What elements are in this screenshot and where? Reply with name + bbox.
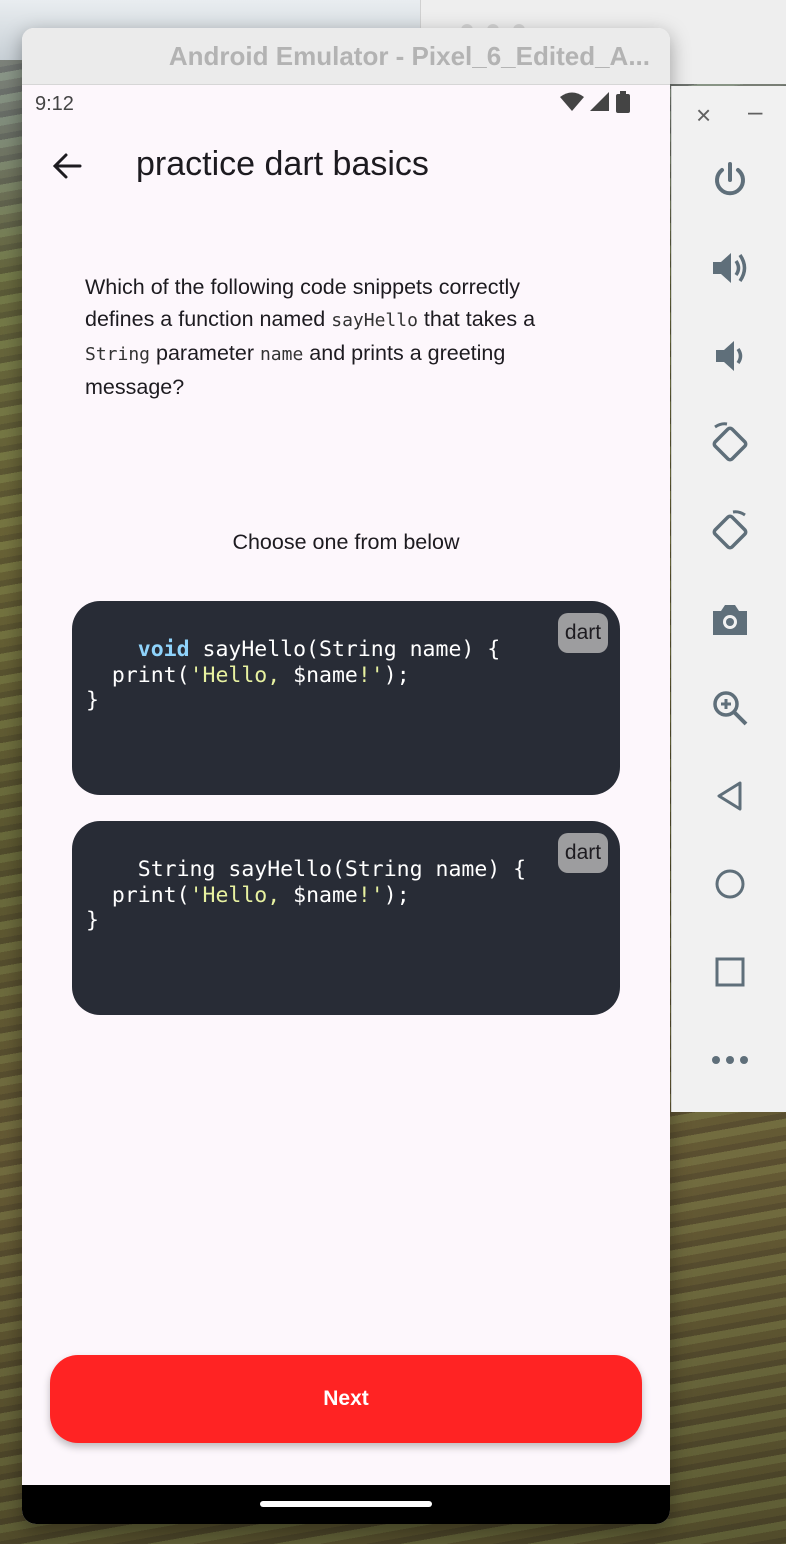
device-screen: 9:12 practice dart basics Which of the f…	[22, 85, 670, 1485]
toolbar-header: × –	[672, 86, 786, 142]
answer-option-2[interactable]: String sayHello(String name) { print('He…	[72, 821, 620, 1015]
code-text: String sayHello(String name) {	[137, 857, 527, 882]
nav-overview-button[interactable]	[706, 948, 754, 996]
home-icon	[715, 869, 745, 899]
signal-icon	[590, 92, 609, 111]
code-text: print(	[86, 662, 190, 688]
language-badge: dart	[558, 833, 608, 873]
question-part: that takes a	[417, 307, 536, 331]
page-title: practice dart basics	[136, 145, 429, 183]
code-text: print(	[86, 882, 190, 908]
volume-up-button[interactable]	[706, 244, 754, 292]
volume-down-icon	[716, 341, 743, 371]
nav-home-button[interactable]	[706, 860, 754, 908]
language-badge: dart	[558, 613, 608, 653]
volume-up-icon	[713, 253, 747, 283]
question-code: String	[85, 344, 151, 365]
code-keyword: void	[137, 637, 190, 662]
question-code: sayHello	[331, 310, 418, 331]
code-text: );	[383, 882, 410, 908]
status-bar: 9:12	[22, 85, 670, 125]
rotate-left-icon	[712, 422, 748, 462]
code-text: );	[383, 662, 410, 688]
home-indicator[interactable]	[260, 1501, 432, 1507]
minimize-button[interactable]: –	[748, 96, 762, 127]
code-string: !'	[357, 882, 384, 908]
gesture-nav-bar	[22, 1485, 670, 1524]
more-button[interactable]	[706, 1036, 754, 1084]
code-snippet: String sayHello(String name) { print('He…	[86, 857, 526, 934]
camera-icon	[713, 605, 747, 635]
overview-icon	[715, 957, 745, 987]
battery-icon	[616, 91, 630, 113]
code-text: }	[86, 908, 99, 933]
next-button[interactable]: Next	[50, 1355, 642, 1443]
back-icon	[717, 781, 742, 811]
code-string: 'Hello,	[189, 662, 294, 688]
zoom-button[interactable]	[706, 684, 754, 732]
screenshot-button[interactable]	[706, 596, 754, 644]
close-button[interactable]: ×	[696, 100, 711, 131]
emulator-window: Android Emulator - Pixel_6_Edited_A... 9…	[22, 28, 670, 1524]
emulator-window-title: Android Emulator - Pixel_6_Edited_A...	[168, 40, 650, 71]
wifi-icon	[560, 92, 584, 111]
question-part: parameter	[150, 341, 260, 365]
choose-prompt: Choose one from below	[232, 530, 460, 554]
arrow-back-icon	[52, 153, 82, 179]
question-text: Which of the following code snippets cor…	[85, 271, 585, 403]
zoom-icon	[713, 691, 748, 726]
code-variable: $name	[293, 662, 358, 688]
status-icons	[560, 91, 630, 113]
status-time: 9:12	[35, 93, 74, 115]
emulator-toolbar: × –	[671, 86, 786, 1112]
nav-back-button[interactable]	[706, 772, 754, 820]
back-button[interactable]	[48, 147, 86, 185]
code-text: }	[86, 688, 99, 713]
code-snippet: void sayHello(String name) { print('Hell…	[86, 637, 500, 714]
volume-down-button[interactable]	[706, 332, 754, 380]
code-text: sayHello(String name) {	[189, 637, 501, 662]
rotate-left-button[interactable]	[706, 420, 754, 468]
rotate-right-button[interactable]	[706, 508, 754, 556]
question-code: name	[259, 344, 304, 365]
code-string: !'	[357, 662, 384, 688]
rotate-right-icon	[712, 510, 748, 550]
code-string: 'Hello,	[189, 882, 294, 908]
emulator-title-bar[interactable]: Android Emulator - Pixel_6_Edited_A...	[22, 28, 670, 85]
code-variable: $name	[293, 882, 358, 908]
app-bar: practice dart basics	[22, 135, 670, 199]
more-icon	[712, 1056, 748, 1064]
answer-option-1[interactable]: void sayHello(String name) { print('Hell…	[72, 601, 620, 795]
power-icon	[715, 162, 745, 196]
power-button[interactable]	[706, 156, 754, 204]
